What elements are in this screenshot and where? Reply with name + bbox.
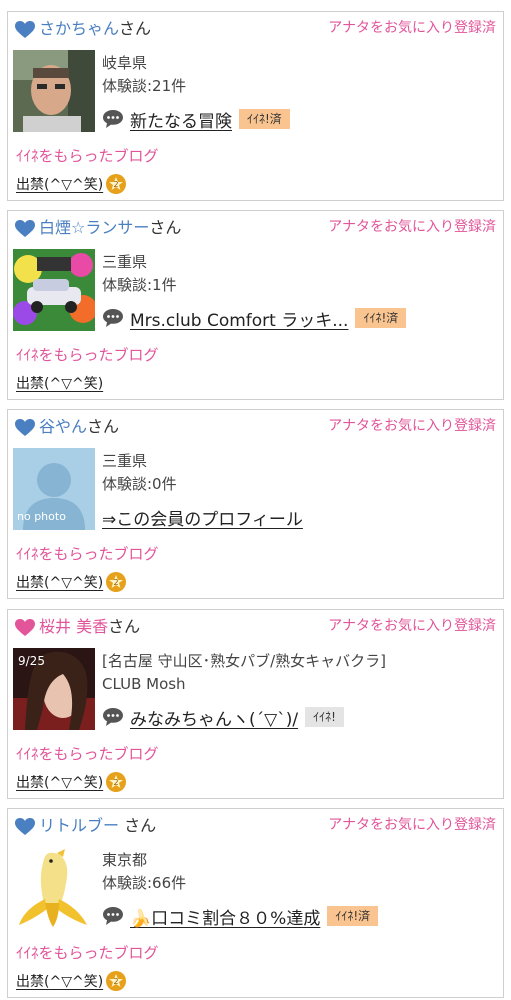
blog-title-link[interactable]: みなみちゃんヽ(´▽`)/	[130, 705, 298, 730]
member-name-row: リトルブー さん	[39, 815, 156, 837]
review-count: 体験談:1件	[102, 276, 177, 294]
liked-blog-label: ｲｲﾈをもらったブログ	[16, 545, 159, 563]
member-name-row: 白煙☆ランサーさん	[39, 217, 181, 239]
svg-text:2: 2	[114, 778, 119, 787]
star-badge-icon: 2	[106, 772, 127, 792]
speech-bubble-icon	[103, 110, 123, 128]
liked-blog-label: ｲｲﾈをもらったブログ	[16, 745, 159, 763]
blog-row: みなみちゃんヽ(´▽`)/ ｲｲﾈ!	[102, 703, 344, 731]
liked-blogger-row: 出禁(^▽^笑) 2	[16, 172, 127, 196]
blog-row: Mrs.club Comfort ラッキ... ｲｲﾈ!済	[102, 304, 407, 332]
favorite-status: アナタをお気に入り登録済	[328, 817, 496, 833]
member-name-link[interactable]: 谷やん	[39, 417, 87, 436]
heart-icon	[15, 220, 35, 237]
liked-blogger-row: 出禁(^▽^笑) 2	[16, 770, 127, 794]
iine-badge[interactable]: ｲｲﾈ!済	[327, 906, 379, 926]
review-count: 体験談:66件	[102, 874, 187, 892]
member-name-row: 桜井 美香さん	[39, 616, 140, 638]
liked-blog-label: ｲｲﾈをもらったブログ	[16, 944, 159, 962]
shop-name: CLUB Mosh	[102, 675, 186, 693]
honorific: さん	[119, 19, 152, 38]
profile-link[interactable]: ⇒この会員のプロフィール	[102, 505, 303, 530]
member-card: 谷やんさん アナタをお気に入り登録済 no photo 三重県 体験談:0件 ⇒…	[7, 409, 504, 599]
member-card: 白煙☆ランサーさん アナタをお気に入り登録済 三重県 体験談:1件 Mrs.cl…	[7, 210, 504, 400]
liked-blogger-row: 出禁(^▽^笑) 2	[16, 969, 127, 993]
star-badge-icon: 2	[106, 971, 127, 991]
review-count: 体験談:0件	[102, 475, 177, 493]
liked-blogger-link[interactable]: 出禁(^▽^笑)	[16, 572, 103, 592]
liked-blogger-row: 出禁(^▽^笑) 2	[16, 570, 127, 594]
honorific: さん	[119, 816, 157, 835]
liked-blogger-link[interactable]: 出禁(^▽^笑)	[16, 373, 103, 393]
prefecture: 岐阜県	[102, 54, 148, 72]
member-name-link[interactable]: さかちゃん	[39, 19, 119, 38]
blog-title-link[interactable]: 新たなる冒険	[130, 107, 232, 132]
blog-title-link[interactable]: Mrs.club Comfort ラッキ...	[130, 306, 348, 331]
liked-blog-label: ｲｲﾈをもらったブログ	[16, 147, 159, 165]
liked-blogger-row: 出禁(^▽^笑)	[16, 371, 103, 395]
speech-bubble-icon	[103, 309, 123, 327]
prefecture: 東京都	[102, 851, 148, 869]
blog-title-link[interactable]: 🍌口コミ割合８０%達成	[130, 904, 320, 929]
blog-row: 🍌口コミ割合８０%達成 ｲｲﾈ!済	[102, 902, 379, 930]
avatar[interactable]	[13, 249, 95, 331]
star-badge-icon: 2	[106, 174, 127, 194]
avatar-banana[interactable]	[13, 847, 95, 929]
member-name-link[interactable]: 桜井 美香	[39, 617, 108, 636]
liked-blogger-link[interactable]: 出禁(^▽^笑)	[16, 971, 103, 991]
favorite-status: アナタをお気に入り登録済	[328, 418, 496, 434]
avatar-placeholder[interactable]: no photo	[13, 448, 95, 530]
speech-bubble-icon	[103, 708, 123, 726]
member-name-row: さかちゃんさん	[39, 18, 151, 40]
member-name-link[interactable]: リトルブー	[39, 816, 119, 835]
avatar[interactable]	[13, 50, 95, 132]
shop-area: [名古屋 守山区･熟女パブ/熟女キャバクラ]	[102, 652, 387, 670]
member-card: 桜井 美香さん アナタをお気に入り登録済 9/25 [名古屋 守山区･熟女パブ/…	[7, 609, 504, 799]
honorific: さん	[108, 617, 141, 636]
heart-icon	[15, 419, 35, 436]
favorite-status: アナタをお気に入り登録済	[328, 219, 496, 235]
favorite-status: アナタをお気に入り登録済	[328, 20, 496, 36]
svg-text:2: 2	[114, 578, 119, 587]
liked-blogger-link[interactable]: 出禁(^▽^笑)	[16, 174, 103, 194]
member-name-row: 谷やんさん	[39, 416, 119, 438]
member-card: リトルブー さん アナタをお気に入り登録済 東京都 体験談:66件 🍌口コミ割合…	[7, 808, 504, 998]
heart-icon	[15, 21, 35, 38]
iine-badge[interactable]: ｲｲﾈ!済	[355, 308, 407, 328]
star-badge-icon: 2	[106, 572, 127, 592]
svg-text:2: 2	[114, 180, 119, 189]
review-count: 体験談:21件	[102, 77, 187, 95]
profile-row: ⇒この会員のプロフィール	[102, 503, 303, 531]
heart-icon	[15, 818, 35, 835]
date-overlay-text: 9/25	[18, 654, 45, 668]
liked-blog-label: ｲｲﾈをもらったブログ	[16, 346, 159, 364]
honorific: さん	[87, 417, 120, 436]
favorited-by-list: さかちゃんさん アナタをお気に入り登録済 岐阜県 体験談:21件 新たなる冒険 …	[0, 0, 511, 1000]
heart-icon	[15, 619, 35, 636]
honorific: さん	[149, 218, 182, 237]
iine-button[interactable]: ｲｲﾈ!	[305, 707, 344, 727]
speech-bubble-icon	[103, 907, 123, 925]
avatar[interactable]: 9/25	[13, 648, 95, 730]
svg-text:2: 2	[114, 977, 119, 986]
member-card: さかちゃんさん アナタをお気に入り登録済 岐阜県 体験談:21件 新たなる冒険 …	[7, 11, 504, 201]
no-photo-text: no photo	[17, 510, 66, 523]
blog-row: 新たなる冒険 ｲｲﾈ!済	[102, 105, 290, 133]
prefecture: 三重県	[102, 452, 148, 470]
liked-blogger-link[interactable]: 出禁(^▽^笑)	[16, 772, 103, 792]
prefecture: 三重県	[102, 253, 148, 271]
member-name-link[interactable]: 白煙☆ランサー	[39, 218, 149, 237]
iine-badge[interactable]: ｲｲﾈ!済	[239, 109, 290, 129]
favorite-status: アナタをお気に入り登録済	[328, 618, 496, 634]
